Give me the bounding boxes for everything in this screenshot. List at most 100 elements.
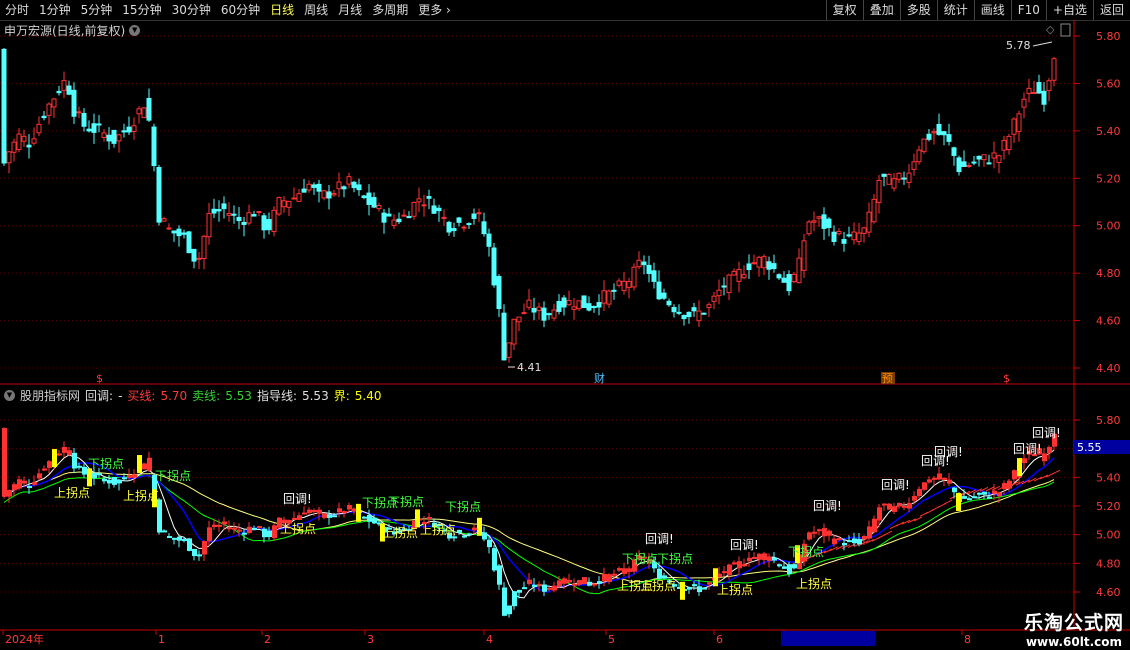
candle-body	[806, 221, 812, 235]
candle-body	[416, 198, 422, 203]
indicator-bar	[247, 526, 252, 534]
indicator-bar	[102, 478, 107, 482]
candle-body	[831, 231, 837, 242]
indicator-price-tick: 5.40	[1096, 471, 1121, 484]
candle-body	[331, 193, 337, 196]
candle-body	[1031, 91, 1037, 94]
candle-body	[271, 209, 277, 232]
indicator-bar	[877, 507, 882, 521]
indicator-bar	[782, 566, 787, 569]
indicator-bar	[182, 539, 187, 542]
indicator-bar	[372, 517, 377, 524]
candle-body	[706, 304, 712, 309]
indicator-bar	[932, 477, 937, 480]
signal-bar	[137, 455, 142, 474]
candle-body	[846, 234, 852, 237]
up-turn-label: 上拐点	[382, 525, 418, 540]
candle-body	[101, 132, 107, 138]
candle-body	[711, 295, 717, 302]
candle-body	[306, 183, 312, 191]
candle-body	[886, 174, 892, 185]
indicator-bar	[192, 548, 197, 557]
candle-body	[726, 274, 732, 294]
indicator-bar	[587, 581, 592, 586]
candle-body	[776, 274, 782, 279]
indicator-bar	[567, 579, 572, 583]
indicator-bar	[17, 479, 22, 489]
indicator-bar	[842, 543, 847, 546]
indicator-bar	[97, 473, 102, 476]
indicator-bar	[532, 584, 537, 587]
indicator-bar	[692, 584, 697, 587]
candle-body	[1016, 113, 1022, 132]
indicator-bar	[252, 527, 257, 530]
candle-body	[31, 138, 37, 144]
candle-body	[751, 262, 757, 265]
candle-body	[871, 198, 877, 223]
event-marker[interactable]: 财	[594, 371, 605, 385]
candle-body	[1006, 135, 1012, 151]
candle-body	[631, 266, 637, 288]
candle-body	[1001, 139, 1007, 151]
candle-body	[146, 97, 152, 121]
date-label: 1	[158, 633, 165, 646]
indicator-bar	[492, 548, 497, 571]
hatch-mark	[847, 543, 857, 548]
indicator-bar	[227, 527, 232, 530]
candle-body	[116, 134, 122, 142]
indicator-bar	[467, 533, 472, 536]
signal-bar	[356, 503, 361, 522]
indicator-bar	[832, 538, 837, 545]
indicator-bar	[807, 532, 812, 540]
indicator-bar	[687, 587, 692, 590]
candle-body	[901, 177, 907, 180]
indicator-bar	[552, 585, 557, 591]
indicator-bar	[157, 499, 162, 533]
indicator-bar	[867, 526, 872, 539]
expand-icon[interactable]	[1060, 23, 1071, 37]
kline-chart[interactable]: 上拐点下拐点上拐点下拐点上拐点回调! 下拐点下拐点上拐点 上拐点下拐点回调!下拐点下…	[0, 0, 1130, 650]
event-marker[interactable]: $	[96, 372, 103, 385]
candle-body	[36, 123, 42, 134]
candle-body	[701, 312, 707, 315]
indicator-bar	[737, 561, 742, 569]
candle-body	[486, 233, 492, 247]
candle-body	[981, 154, 987, 161]
diamond-icon[interactable]: ◇	[1046, 23, 1055, 36]
candle-body	[481, 221, 487, 235]
signal-bar	[52, 449, 57, 468]
candle-body	[71, 89, 77, 117]
indicator-bar	[172, 537, 177, 540]
up-turn-label: 上拐点	[640, 578, 676, 593]
indicator-bar	[197, 554, 202, 557]
candle-body	[791, 273, 797, 282]
candle-body	[56, 90, 62, 94]
indicator-bar	[592, 583, 597, 586]
candle-body	[246, 212, 252, 224]
candle-body	[671, 307, 677, 313]
event-marker[interactable]: $	[1003, 372, 1010, 385]
indicator-bar	[22, 480, 27, 484]
main-price-tick: 5.80	[1096, 30, 1121, 43]
indicator-bar	[342, 511, 347, 514]
candle-body	[196, 257, 202, 260]
pullback-label: 回调!	[1013, 442, 1042, 456]
candle-body	[606, 290, 612, 305]
event-marker[interactable]: 预	[882, 372, 893, 385]
candle-body	[1, 48, 7, 164]
candle-body	[166, 227, 172, 230]
candle-body	[621, 280, 627, 292]
up-turn-label: 上拐点	[717, 582, 753, 597]
candle-body	[386, 213, 392, 217]
indicator-bar	[992, 490, 997, 494]
candle-body	[941, 131, 947, 136]
candle-body	[66, 85, 72, 95]
candle-body	[861, 227, 867, 234]
candle-body	[266, 219, 272, 231]
candle-body	[396, 218, 402, 223]
indicator-bar	[107, 479, 112, 484]
indicator-bar	[537, 583, 542, 586]
indicator-bar	[702, 587, 707, 590]
indicator-bar	[82, 466, 87, 475]
candle-body	[236, 216, 242, 222]
